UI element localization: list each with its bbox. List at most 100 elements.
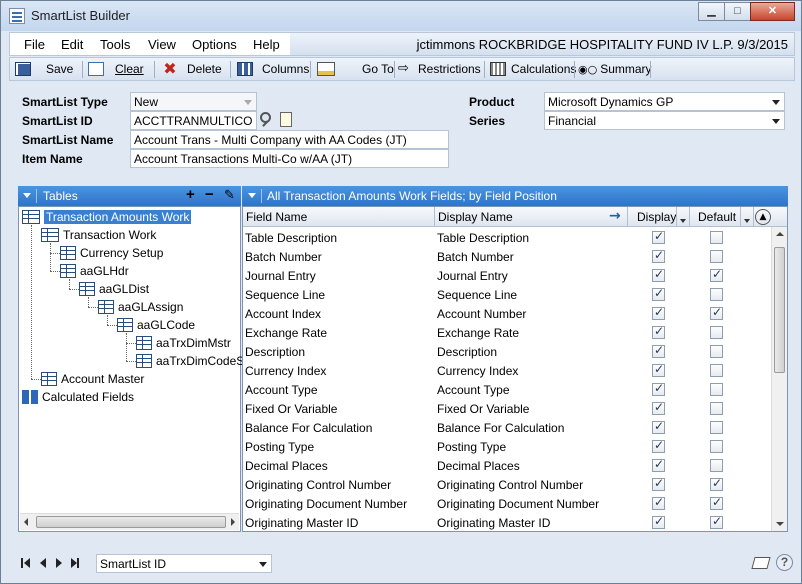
display-name-cell[interactable]: Account Number <box>437 307 526 321</box>
new-note-button[interactable] <box>277 111 295 130</box>
calculations-button[interactable]: Calculations <box>490 62 576 76</box>
table-row[interactable]: Account Type Account Type <box>243 380 771 399</box>
help-icon[interactable]: ? <box>776 554 793 571</box>
col-header-field-name[interactable]: Field Name <box>246 210 307 224</box>
display-name-cell[interactable]: Fixed Or Variable <box>437 402 529 416</box>
display-filter-icon[interactable] <box>680 219 686 223</box>
menu-view[interactable]: View <box>148 37 176 52</box>
col-header-display-name[interactable]: Display Name <box>438 210 513 224</box>
display-checkbox[interactable] <box>652 362 665 377</box>
display-checkbox[interactable] <box>652 495 665 510</box>
tree-node-currency-setup[interactable]: Currency Setup <box>60 244 163 262</box>
col-header-default[interactable]: Default <box>698 210 736 224</box>
tree-node-aagldist[interactable]: aaGLDist <box>79 280 149 298</box>
display-name-cell[interactable]: Posting Type <box>437 440 506 454</box>
collapse-tables-icon[interactable] <box>23 193 31 198</box>
restrictions-button[interactable]: ⇨ Restrictions <box>398 62 481 76</box>
remove-table-icon[interactable]: − <box>205 186 214 203</box>
display-name-cell[interactable]: Journal Entry <box>437 269 508 283</box>
last-record-icon[interactable] <box>77 558 79 568</box>
tree-node-aatrxdimmstr[interactable]: aaTrxDimMstr <box>136 334 231 352</box>
table-row[interactable]: Account Index Account Number <box>243 304 771 323</box>
display-name-cell[interactable]: Originating Control Number <box>437 478 583 492</box>
display-checkbox[interactable] <box>652 267 665 282</box>
display-name-cell[interactable]: Currency Index <box>437 364 518 378</box>
clear-button[interactable]: Clear <box>88 62 144 76</box>
collapse-fields-icon[interactable] <box>248 193 256 198</box>
display-checkbox[interactable] <box>652 248 665 263</box>
default-checkbox[interactable] <box>710 402 723 415</box>
display-checkbox[interactable] <box>652 305 665 320</box>
smartlist-type-select[interactable]: New <box>130 92 257 111</box>
table-row[interactable]: Sequence Line Sequence Line <box>243 285 771 304</box>
tree-node-aaglcode[interactable]: aaGLCode <box>117 316 195 334</box>
table-row[interactable]: Exchange Rate Exchange Rate <box>243 323 771 342</box>
note-icon[interactable] <box>751 557 771 569</box>
table-row[interactable]: Originating Document Number Originating D… <box>243 494 771 513</box>
scroll-up-icon[interactable] <box>776 232 784 236</box>
first-record-icon[interactable] <box>21 558 23 568</box>
table-row[interactable]: Decimal Places Decimal Places <box>243 456 771 475</box>
display-checkbox[interactable] <box>652 229 665 244</box>
display-checkbox[interactable] <box>652 476 665 491</box>
table-row[interactable]: Posting Type Posting Type <box>243 437 771 456</box>
summary-button[interactable]: ◉○ Summary <box>578 62 652 76</box>
display-checkbox[interactable] <box>652 438 665 453</box>
display-name-cell[interactable]: Exchange Rate <box>437 326 519 340</box>
table-row[interactable]: Table Description Table Description <box>243 228 771 247</box>
smartlist-name-field[interactable]: Account Trans - Multi Company with AA Co… <box>130 130 449 149</box>
table-row[interactable]: Journal Entry Journal Entry <box>243 266 771 285</box>
display-checkbox[interactable] <box>652 381 665 396</box>
next-record-icon[interactable] <box>56 558 62 568</box>
edit-table-icon[interactable]: ✎ <box>224 188 235 203</box>
display-name-cell[interactable]: Batch Number <box>437 250 514 264</box>
scroll-left-icon[interactable] <box>24 518 28 526</box>
display-name-cell[interactable]: Originating Document Number <box>437 497 599 511</box>
close-button[interactable]: ✕ <box>750 2 795 21</box>
default-checkbox[interactable] <box>710 495 723 510</box>
tree-horizontal-scrollbar[interactable] <box>20 513 239 530</box>
collapse-up-icon[interactable]: ▲ <box>755 209 771 225</box>
save-button[interactable]: Save <box>15 62 73 76</box>
columns-button[interactable]: Columns <box>237 62 309 76</box>
horizontal-scroll-thumb[interactable] <box>36 516 226 528</box>
default-checkbox[interactable] <box>710 267 723 282</box>
table-row[interactable]: Description Description <box>243 342 771 361</box>
default-checkbox[interactable] <box>710 421 723 434</box>
display-checkbox[interactable] <box>652 457 665 472</box>
item-name-field[interactable]: Account Transactions Multi-Co w/AA (JT) <box>130 149 449 168</box>
lookup-button[interactable] <box>258 111 276 130</box>
table-row[interactable]: Currency Index Currency Index <box>243 361 771 380</box>
table-row[interactable]: Balance For Calculation Balance For Calcu… <box>243 418 771 437</box>
display-name-cell[interactable]: Balance For Calculation <box>437 421 564 435</box>
table-row[interactable]: Batch Number Batch Number <box>243 247 771 266</box>
default-checkbox[interactable] <box>710 288 723 301</box>
scroll-right-icon[interactable] <box>231 518 235 526</box>
default-checkbox[interactable] <box>710 459 723 472</box>
series-select[interactable]: Financial <box>544 111 785 130</box>
add-table-icon[interactable]: + <box>186 186 195 203</box>
menu-help[interactable]: Help <box>253 37 280 52</box>
delete-button[interactable]: ✖ Delete <box>162 61 221 77</box>
display-checkbox[interactable] <box>652 419 665 434</box>
display-checkbox[interactable] <box>652 286 665 301</box>
arrow-right-icon[interactable]: → <box>609 208 621 224</box>
sort-by-select[interactable]: SmartList ID <box>96 554 272 573</box>
display-name-cell[interactable]: Decimal Places <box>437 459 520 473</box>
menu-edit[interactable]: Edit <box>61 37 83 52</box>
default-checkbox[interactable] <box>710 514 723 529</box>
default-checkbox[interactable] <box>710 345 723 358</box>
tree-node-aatrxdimcodes[interactable]: aaTrxDimCodeS <box>136 352 244 370</box>
default-checkbox[interactable] <box>710 440 723 453</box>
tree-node-account-master[interactable]: Account Master <box>41 370 144 388</box>
display-name-cell[interactable]: Sequence Line <box>437 288 517 302</box>
display-name-cell[interactable]: Description <box>437 345 497 359</box>
display-name-cell[interactable]: Originating Master ID <box>437 516 550 530</box>
table-row[interactable]: Originating Master ID Originating Master … <box>243 513 771 532</box>
tree-node-transaction-amounts-work[interactable]: Transaction Amounts Work <box>22 208 192 226</box>
table-row[interactable]: Fixed Or Variable Fixed Or Variable <box>243 399 771 418</box>
grid-vertical-scrollbar[interactable] <box>771 227 787 531</box>
table-row[interactable]: Originating Control Number Originating Co… <box>243 475 771 494</box>
display-name-cell[interactable]: Account Type <box>437 383 510 397</box>
default-checkbox[interactable] <box>710 305 723 320</box>
